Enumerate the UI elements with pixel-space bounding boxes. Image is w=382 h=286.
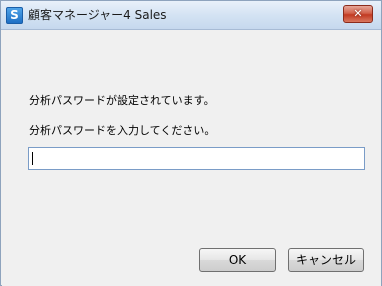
password-input[interactable] — [28, 147, 365, 170]
cancel-button[interactable]: キャンセル — [288, 248, 364, 272]
close-icon: ✕ — [353, 7, 363, 20]
password-set-message: 分析パスワードが設定されています。 — [29, 94, 215, 107]
password-prompt-label: 分析パスワードを入力してください。 — [29, 124, 216, 137]
window-title: 顧客マネージャー4 Sales — [28, 8, 167, 22]
close-button[interactable]: ✕ — [343, 5, 373, 23]
text-caret — [32, 152, 33, 165]
password-dialog: S 顧客マネージャー4 Sales ✕ 分析パスワードが設定されています。 分析… — [0, 0, 382, 286]
dialog-body: 分析パスワードが設定されています。 分析パスワードを入力してください。 OK キ… — [2, 31, 381, 286]
title-bar[interactable]: S 顧客マネージャー4 Sales ✕ — [1, 1, 381, 30]
ok-button[interactable]: OK — [199, 248, 276, 272]
app-icon: S — [6, 7, 23, 24]
